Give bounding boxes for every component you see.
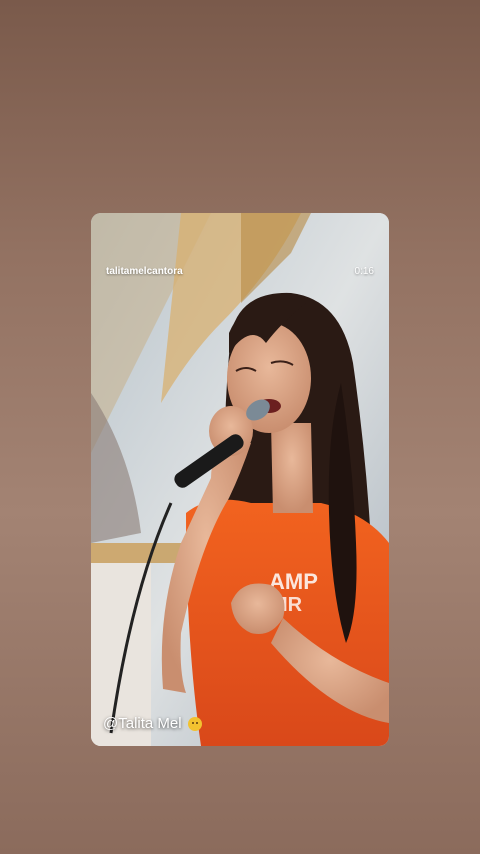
smiling-face-emoji-icon <box>187 716 202 731</box>
story-caption: @Talita Mel <box>103 715 202 732</box>
video-frame-singer: AMP MR <box>91 213 389 746</box>
caption-mention[interactable]: @Talita Mel <box>103 715 182 732</box>
video-duration: 0:16 <box>354 266 374 277</box>
story-video-card[interactable]: AMP MR talitamelcantora 0:16 @Talita Mel <box>91 213 389 746</box>
story-username[interactable]: talitamelcantora <box>106 266 183 277</box>
